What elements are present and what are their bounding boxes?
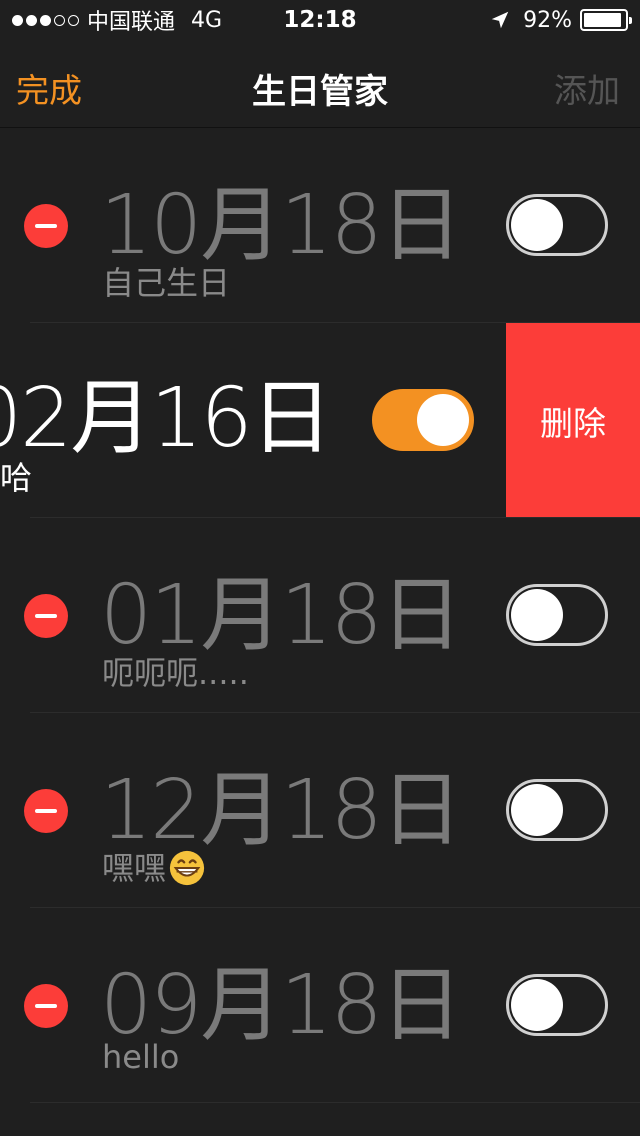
birthday-note: 嘿嘿 [102, 849, 167, 887]
reminder-switch[interactable] [506, 779, 608, 841]
swiped-row-content: 02月16日 哈 [0, 323, 506, 518]
birthday-note: hello [102, 1038, 180, 1076]
row-divider [30, 1102, 640, 1103]
reminder-switch[interactable] [506, 194, 608, 256]
reminder-switch[interactable] [506, 974, 608, 1036]
birthday-note: 哈 [0, 459, 33, 497]
delete-toggle-icon[interactable] [24, 204, 68, 248]
birthday-note: 自己生日 [102, 264, 231, 302]
birthday-manager-screen: 中国联通 4G 12:18 92% 完成 生日管家 添加 10月18日 自己生日 [0, 0, 640, 1136]
battery-icon [580, 9, 632, 31]
delete-toggle-icon[interactable] [24, 984, 68, 1028]
birthday-note-line: 嘿嘿 [102, 843, 206, 889]
reminder-switch[interactable] [372, 389, 474, 451]
battery-percentage: 92% [523, 7, 572, 33]
delete-toggle-icon[interactable] [24, 789, 68, 833]
reminder-switch[interactable] [506, 584, 608, 646]
list-item[interactable]: 01月18日 呃呃呃..... [0, 518, 640, 713]
location-arrow-icon [491, 11, 509, 29]
status-bar: 中国联通 4G 12:18 92% [0, 0, 640, 40]
navigation-bar: 完成 生日管家 添加 [0, 40, 640, 128]
list-item[interactable]: 12月18日 嘿嘿 [0, 713, 640, 908]
delete-toggle-icon[interactable] [24, 594, 68, 638]
add-button[interactable]: 添加 [554, 64, 620, 112]
status-right: 92% [489, 6, 632, 34]
grinning-face-icon [169, 850, 205, 886]
list-item[interactable]: 02月16日 哈 删除 [0, 323, 640, 518]
page-title: 生日管家 [252, 72, 388, 112]
birthday-date: 02月16日 [0, 371, 333, 466]
delete-button[interactable]: 删除 [506, 323, 640, 518]
birthday-note: 呃呃呃..... [102, 654, 249, 692]
list-item[interactable]: 09月18日 hello [0, 908, 640, 1103]
list-item[interactable]: 10月18日 自己生日 [0, 128, 640, 323]
